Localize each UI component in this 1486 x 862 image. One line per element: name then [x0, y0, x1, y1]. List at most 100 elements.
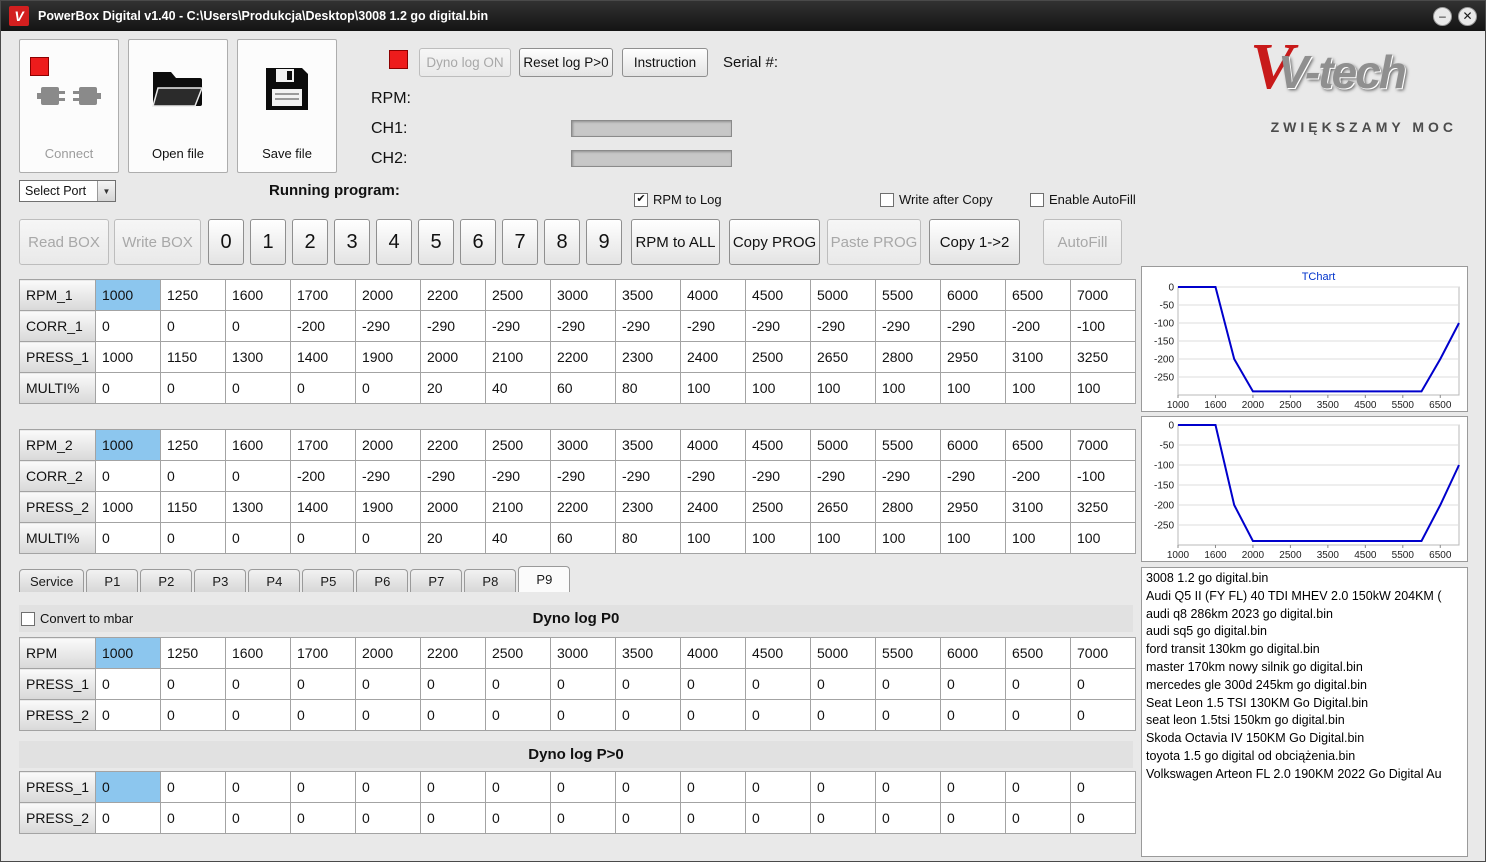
table-cell[interactable]: -290	[355, 310, 421, 342]
table-cell[interactable]: 2000	[420, 341, 486, 373]
table-cell[interactable]: 5000	[810, 279, 876, 311]
table-cell[interactable]: 100	[875, 372, 941, 404]
table-cell[interactable]: 2500	[485, 637, 551, 669]
table-cell[interactable]: 1300	[225, 491, 291, 523]
table-cell[interactable]: 2200	[550, 341, 616, 373]
table-cell[interactable]: 1300	[225, 341, 291, 373]
table-cell[interactable]: 1900	[355, 491, 421, 523]
table-cell[interactable]: 0	[225, 372, 291, 404]
table-cell[interactable]: 100	[1070, 372, 1136, 404]
table-cell[interactable]: 2300	[615, 341, 681, 373]
table-cell[interactable]: -290	[550, 460, 616, 492]
table-cell[interactable]: 1600	[225, 279, 291, 311]
file-list-item[interactable]: Volkswagen Arteon FL 2.0 190KM 2022 Go D…	[1146, 766, 1463, 784]
table-cell[interactable]: 0	[355, 522, 421, 554]
table-cell[interactable]: 40	[485, 372, 551, 404]
table-cell[interactable]: 0	[940, 699, 1006, 731]
file-list-item[interactable]: seat leon 1.5tsi 150km go digital.bin	[1146, 712, 1463, 730]
table-cell[interactable]: -200	[290, 310, 356, 342]
table-cell[interactable]: -290	[485, 460, 551, 492]
table-cell[interactable]: 1000	[95, 491, 161, 523]
table-cell[interactable]: 2200	[420, 429, 486, 461]
table-cell[interactable]: 6500	[1005, 637, 1071, 669]
table-cell[interactable]: 0	[160, 802, 226, 834]
table-cell[interactable]: 3500	[615, 637, 681, 669]
table-cell[interactable]: 2500	[745, 491, 811, 523]
connect-button[interactable]: Connect	[19, 39, 119, 173]
table-cell[interactable]: 0	[745, 668, 811, 700]
table-cell[interactable]: -290	[615, 310, 681, 342]
table-cell[interactable]: 2400	[680, 491, 746, 523]
table-cell[interactable]: 80	[615, 522, 681, 554]
table-cell[interactable]: 1700	[290, 429, 356, 461]
write-after-copy-checkbox[interactable]: Write after Copy	[880, 192, 993, 207]
table-cell[interactable]: -290	[420, 460, 486, 492]
digit-button-1[interactable]: 1	[250, 219, 286, 265]
table-cell[interactable]: -290	[940, 460, 1006, 492]
table-cell[interactable]: 0	[290, 372, 356, 404]
table-cell[interactable]: 2650	[810, 491, 876, 523]
table-cell[interactable]: 0	[160, 699, 226, 731]
tab-p3[interactable]: P3	[194, 569, 247, 592]
table-cell[interactable]: 100	[810, 372, 876, 404]
table-cell[interactable]: 5500	[875, 429, 941, 461]
table-cell[interactable]: 0	[95, 668, 161, 700]
table-cell[interactable]: 0	[875, 771, 941, 803]
table-cell[interactable]: 2100	[485, 341, 551, 373]
table-cell[interactable]: 0	[355, 668, 421, 700]
table-cell[interactable]: 0	[160, 668, 226, 700]
table-cell[interactable]: 4500	[745, 429, 811, 461]
table-cell[interactable]: 0	[680, 699, 746, 731]
save-file-button[interactable]: Save file	[237, 39, 337, 173]
file-list-item[interactable]: master 170km nowy silnik go digital.bin	[1146, 659, 1463, 677]
copy-prog-button[interactable]: Copy PROG	[729, 219, 820, 265]
table-cell[interactable]: 0	[875, 699, 941, 731]
table-cell[interactable]: 3250	[1070, 491, 1136, 523]
digit-button-3[interactable]: 3	[334, 219, 370, 265]
table-cell[interactable]: 0	[290, 802, 356, 834]
table-cell[interactable]: 3500	[615, 279, 681, 311]
table-cell[interactable]: -100	[1070, 310, 1136, 342]
table-cell[interactable]: 0	[95, 699, 161, 731]
file-list-item[interactable]: audi sq5 go digital.bin	[1146, 623, 1463, 641]
table-cell[interactable]: 0	[225, 668, 291, 700]
table-cell[interactable]: 2500	[745, 341, 811, 373]
table-cell[interactable]: -290	[875, 460, 941, 492]
table-cell[interactable]: 2300	[615, 491, 681, 523]
table-cell[interactable]: 1600	[225, 637, 291, 669]
file-list-item[interactable]: Seat Leon 1.5 TSI 130KM Go Digital.bin	[1146, 695, 1463, 713]
table-cell[interactable]: -290	[550, 310, 616, 342]
table-cell[interactable]: -290	[810, 310, 876, 342]
table-cell[interactable]: 0	[95, 372, 161, 404]
table-cell[interactable]: 0	[875, 668, 941, 700]
table-cell[interactable]: 0	[95, 522, 161, 554]
table-cell[interactable]: 0	[1070, 771, 1136, 803]
table-cell[interactable]: 100	[810, 522, 876, 554]
table-cell[interactable]: 7000	[1070, 429, 1136, 461]
table-cell[interactable]: 1150	[160, 341, 226, 373]
tab-p7[interactable]: P7	[410, 569, 463, 592]
file-list-item[interactable]: Skoda Octavia IV 150KM Go Digital.bin	[1146, 730, 1463, 748]
table-cell[interactable]: 0	[810, 699, 876, 731]
table-cell[interactable]: -290	[355, 460, 421, 492]
file-list-item[interactable]: ford transit 130km go digital.bin	[1146, 641, 1463, 659]
table-cell[interactable]: 60	[550, 372, 616, 404]
table-cell[interactable]: 6000	[940, 429, 1006, 461]
table-cell[interactable]: 2800	[875, 341, 941, 373]
tab-p6[interactable]: P6	[356, 569, 409, 592]
table-cell[interactable]: 0	[160, 460, 226, 492]
table-cell[interactable]: 3500	[615, 429, 681, 461]
open-file-button[interactable]: Open file	[128, 39, 228, 173]
table-cell[interactable]: -200	[1005, 310, 1071, 342]
table-cell[interactable]: 6500	[1005, 429, 1071, 461]
file-list-item[interactable]: audi q8 286km 2023 go digital.bin	[1146, 606, 1463, 624]
table-cell[interactable]: 0	[290, 771, 356, 803]
table-cell[interactable]: 60	[550, 522, 616, 554]
table-cell[interactable]: 100	[745, 522, 811, 554]
table-cell[interactable]: 5500	[875, 637, 941, 669]
table-cell[interactable]: 1400	[290, 341, 356, 373]
table-cell[interactable]: 1000	[95, 429, 161, 461]
table-cell[interactable]: 0	[615, 699, 681, 731]
table-cell[interactable]: 0	[550, 771, 616, 803]
table-cell[interactable]: 0	[1005, 668, 1071, 700]
